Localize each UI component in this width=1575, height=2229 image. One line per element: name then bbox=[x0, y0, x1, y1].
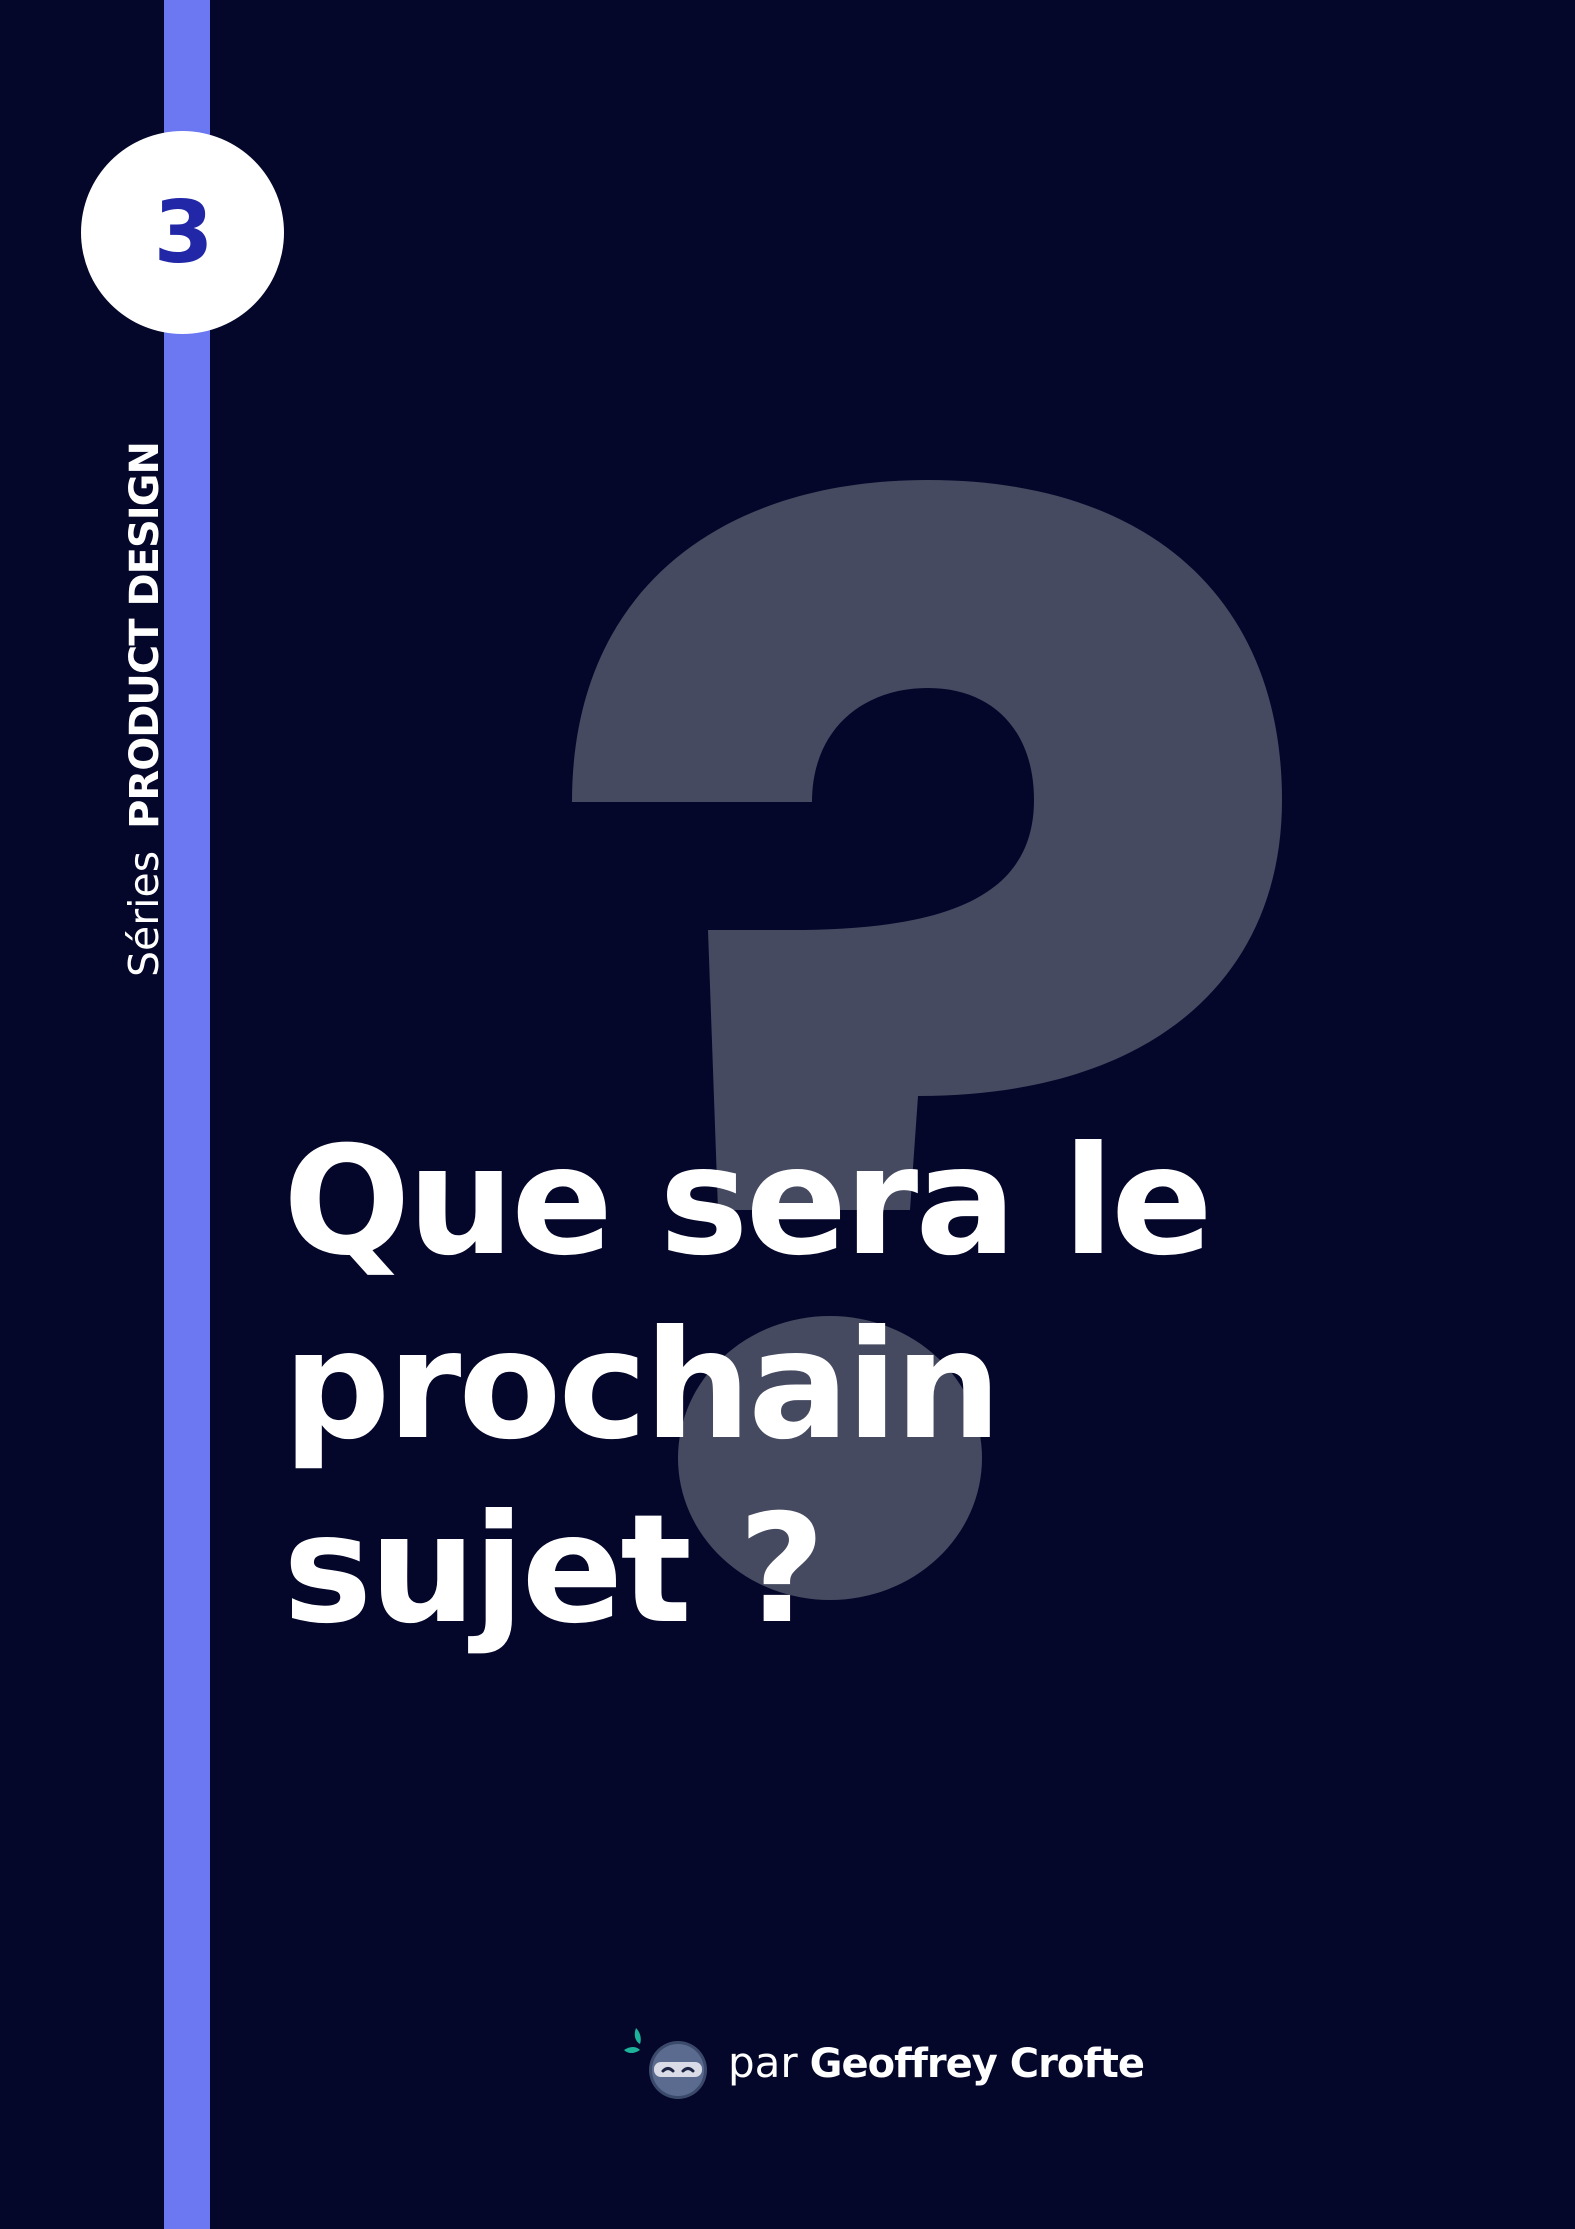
author-prefix: par bbox=[728, 2038, 798, 2087]
series-number-badge: 3 bbox=[81, 131, 284, 334]
title-line-2: prochain bbox=[283, 1299, 1002, 1473]
series-label: Séries PRODUCT DESIGN bbox=[120, 442, 168, 977]
page-title: Que sera le prochain sujet ? bbox=[283, 1110, 1213, 1662]
author-name: Geoffrey Crofte bbox=[809, 2041, 1145, 2087]
poster: 3 Séries PRODUCT DESIGN Que sera le proch… bbox=[0, 0, 1575, 2229]
author-credit: par Geoffrey Crofte bbox=[622, 2026, 1145, 2100]
ninja-avatar-icon bbox=[624, 2028, 707, 2099]
title-line-3: sujet ? bbox=[283, 1483, 825, 1657]
author-credit-text: par Geoffrey Crofte bbox=[728, 2041, 1145, 2087]
title-line-1: Que sera le bbox=[283, 1115, 1213, 1289]
series-label-name: PRODUCT DESIGN bbox=[122, 442, 168, 829]
series-label-prefix: Séries bbox=[120, 850, 168, 977]
series-number: 3 bbox=[153, 182, 214, 283]
accent-bar bbox=[164, 0, 210, 2229]
